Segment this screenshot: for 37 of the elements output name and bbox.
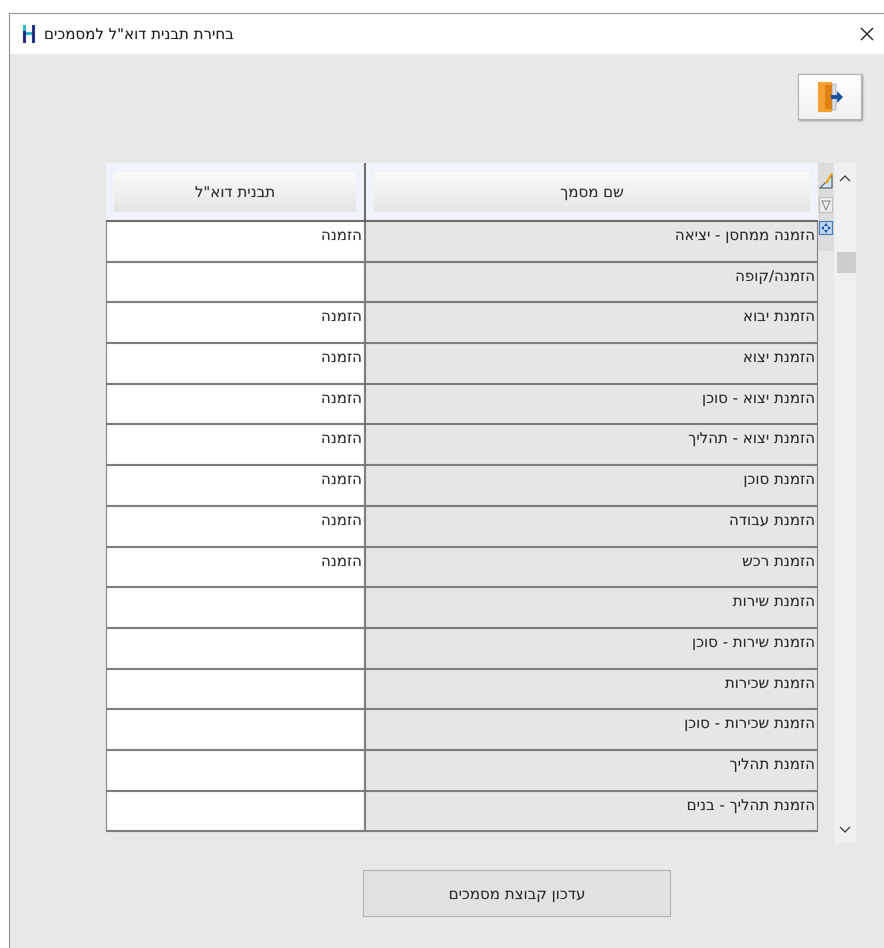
column-header[interactable]: תבנית דוא"ל: [114, 172, 356, 212]
scroll-down-icon[interactable]: [839, 826, 851, 834]
document-name-cell: הזמנת עבודה: [364, 506, 818, 546]
template-cell: הזמנה: [106, 303, 364, 342]
scroll-up-icon[interactable]: [839, 174, 851, 182]
move-icon[interactable]: [819, 221, 833, 235]
document-name-cell: הזמנת יצוא - סוכן: [364, 384, 818, 424]
update-group-button[interactable]: עדכון קבוצת מסמכים: [363, 870, 671, 917]
template-cell: הזמנה: [106, 425, 364, 464]
document-name-cell: הזמנת רכש: [364, 548, 818, 586]
document-name-cell: הזמנת שירות - סוכן: [364, 628, 818, 668]
document-name-cell: הזמנה ממחסן - יציאה: [364, 222, 818, 261]
template-cell: הזמנה: [106, 222, 364, 261]
exit-button[interactable]: [798, 74, 862, 120]
document-name-cell: הזמנת יצוא: [364, 344, 818, 383]
close-button[interactable]: [858, 25, 876, 43]
exit-door-icon: [815, 80, 845, 114]
document-name-cell: הזמנת שכירות - סוכן: [364, 710, 818, 749]
window-title: בחירת תבנית דוא"ל למסמכים: [44, 25, 235, 43]
template-cell: הזמנה: [106, 384, 364, 424]
scrollbar-thumb[interactable]: [837, 252, 856, 273]
document-name-cell: הזמנת יבוא: [364, 303, 818, 342]
template-cell: הזמנה: [106, 344, 364, 383]
filter-icon[interactable]: [819, 197, 833, 213]
template-cell: הזמנה: [106, 506, 364, 546]
app-logo-icon: [22, 24, 36, 44]
document-name-cell: הזמנת שירות: [364, 588, 818, 627]
template-cell: הזמנה: [106, 548, 364, 586]
document-name-cell: הזמנת סוכן: [364, 466, 818, 505]
edit-icon[interactable]: [819, 171, 833, 189]
document-name-cell: הזמנה/קופה: [364, 262, 818, 302]
document-name-cell: הזמנת תהליך - בנים: [364, 792, 818, 830]
column-header[interactable]: שם מסמך: [374, 172, 810, 212]
template-cell: הזמנה: [106, 466, 364, 505]
document-name-cell: הזמנת תהליך: [364, 750, 818, 790]
document-name-cell: הזמנת שכירות: [364, 670, 818, 708]
document-name-cell: הזמנת יצוא - תהליך: [364, 425, 818, 464]
